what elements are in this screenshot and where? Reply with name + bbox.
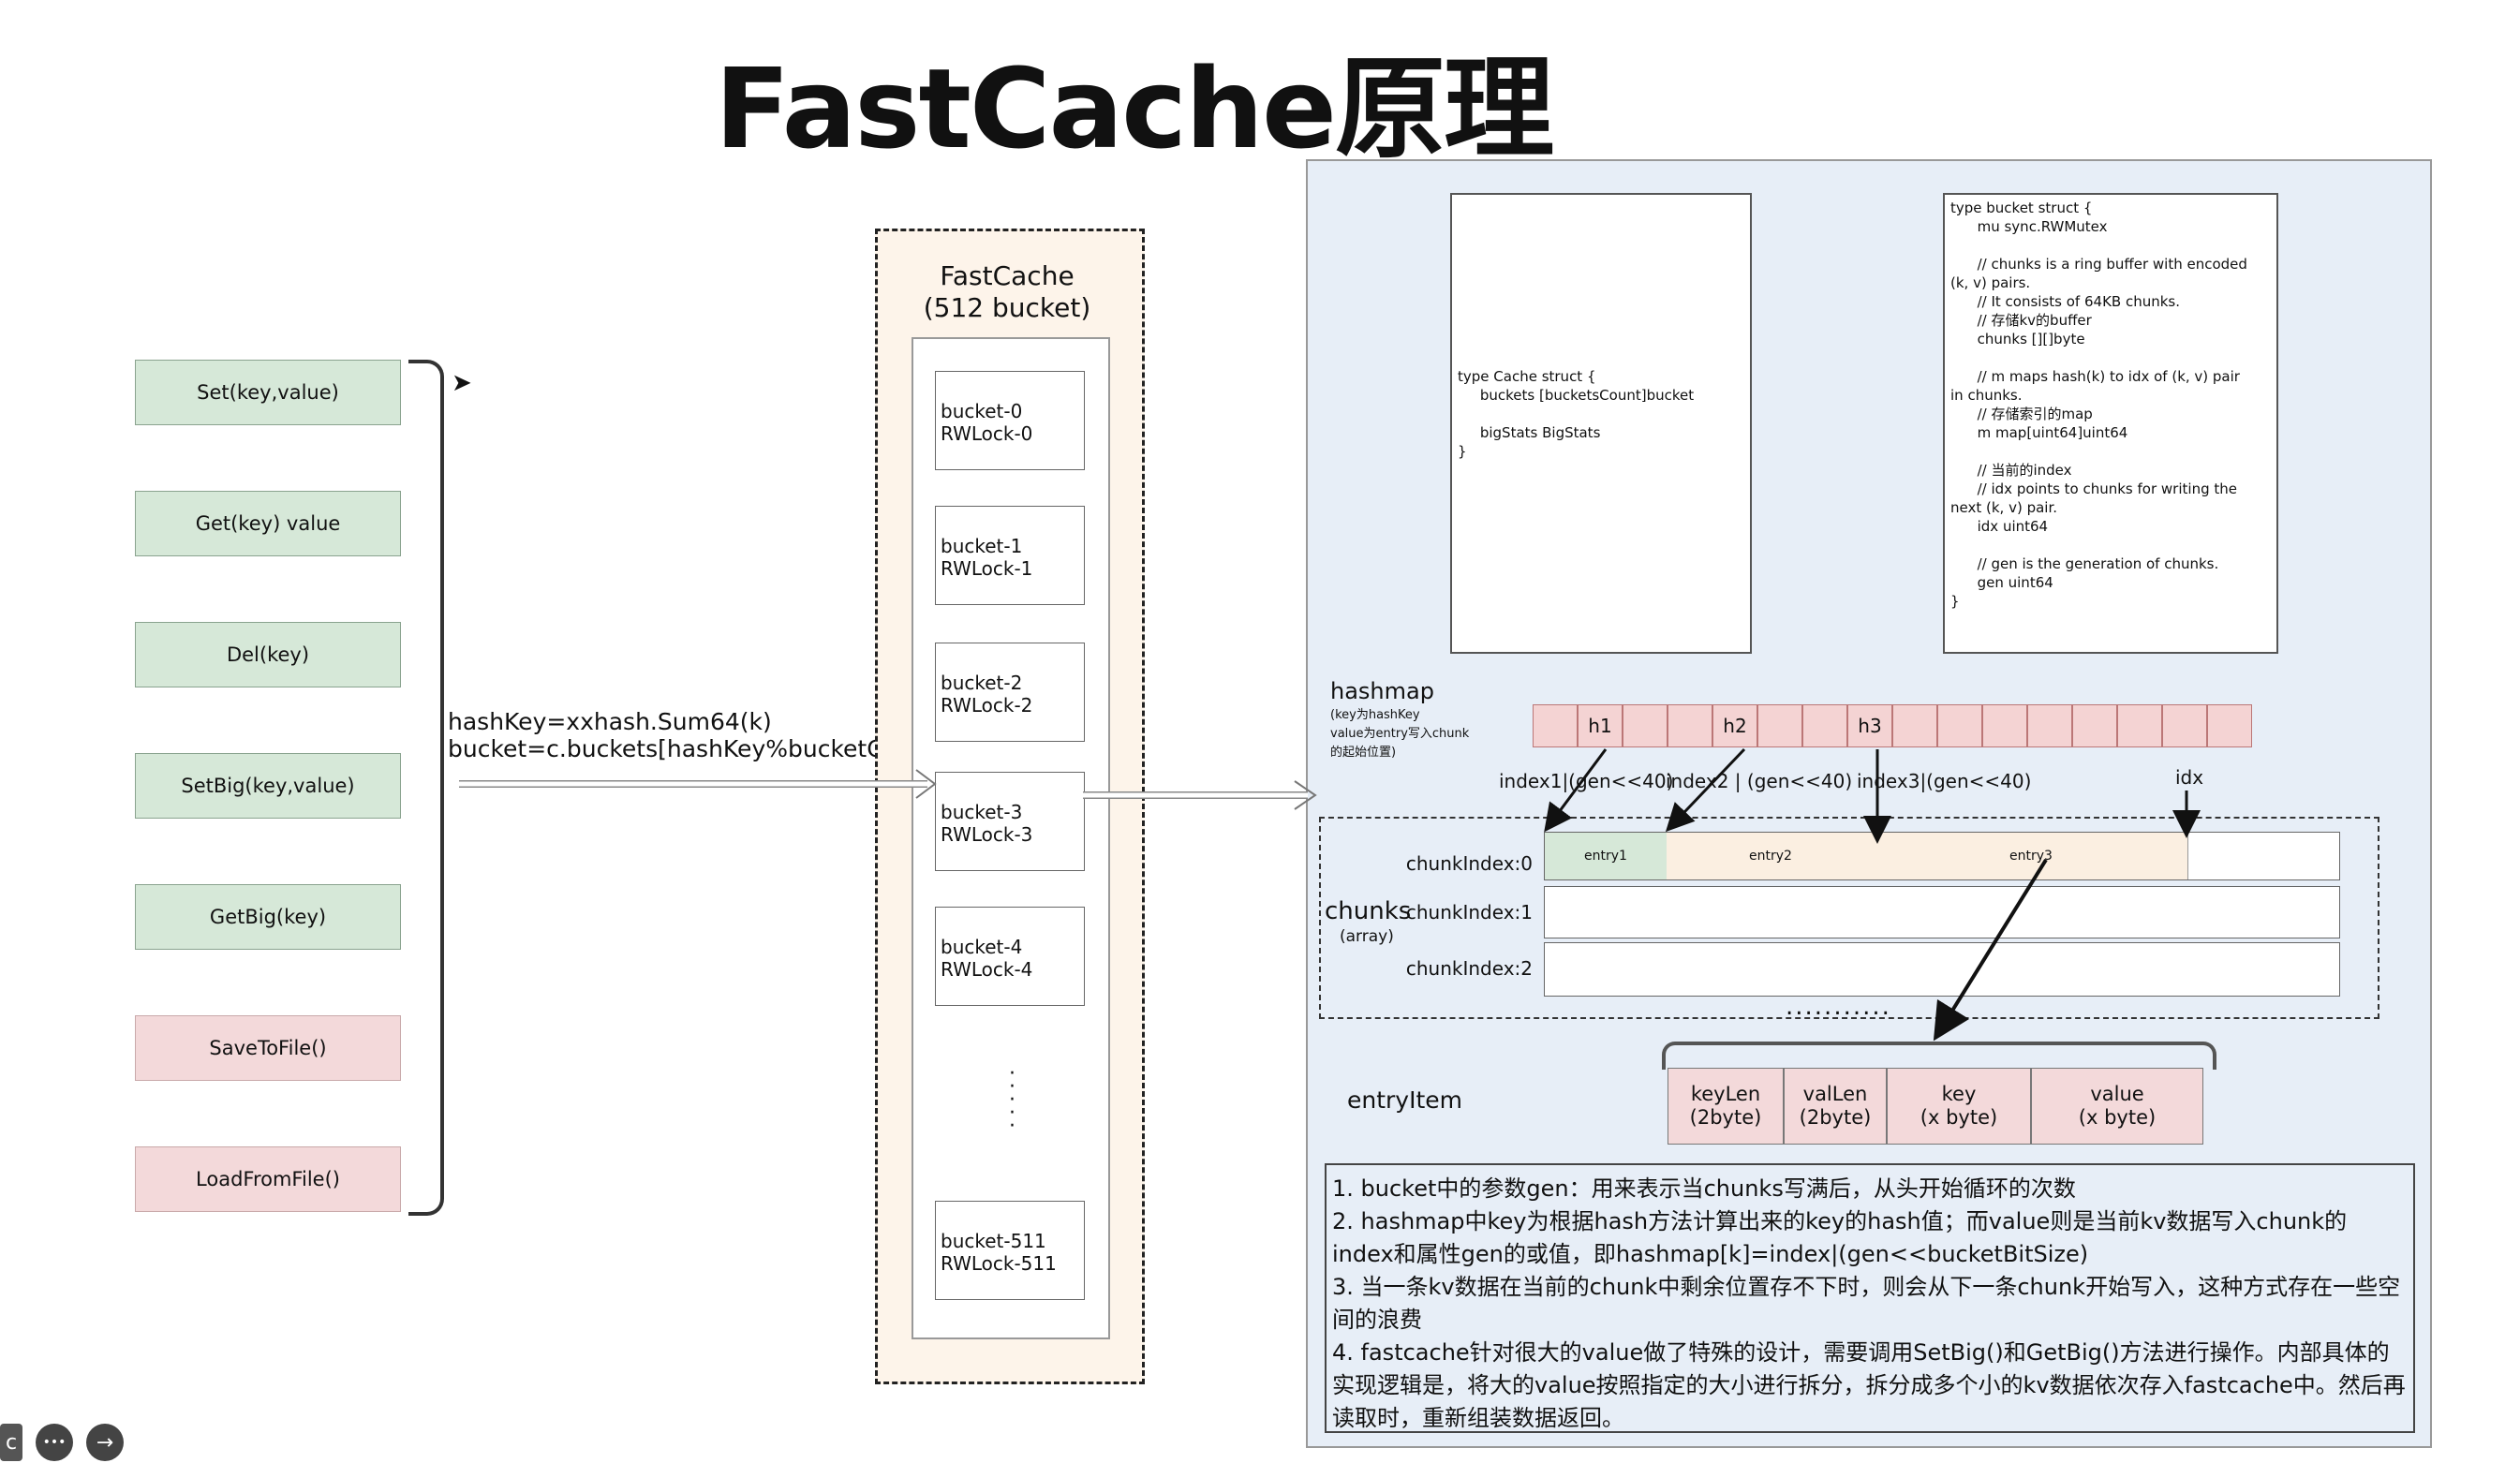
h1-pointer-arrow: [1544, 748, 1608, 833]
h2-pointer-arrow: [1665, 747, 1746, 833]
c-control[interactable]: c: [0, 1424, 22, 1461]
next-arrow-icon[interactable]: →: [86, 1424, 124, 1461]
entry3-to-entryitem-arrow: [1933, 858, 2048, 1042]
hash-arrow: [459, 769, 937, 799]
bucket-to-detail-arrow: [1083, 780, 1317, 810]
arrows-layer: [459, 747, 2201, 1042]
more-options-icon[interactable]: •••: [36, 1424, 73, 1461]
